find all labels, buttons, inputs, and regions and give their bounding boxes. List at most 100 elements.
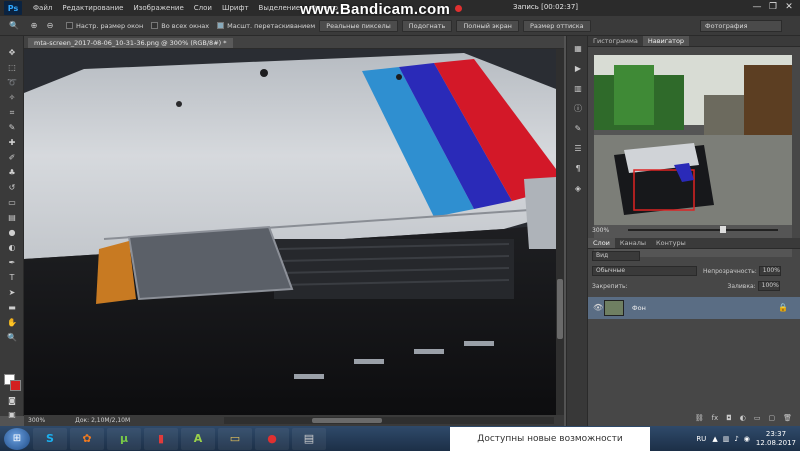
slider-knob[interactable] [720,226,726,233]
notification-banner[interactable]: Доступны новые возможности [450,427,650,451]
horizontal-scrollbar[interactable] [224,417,554,424]
tab-histogram[interactable]: Гистограмма [588,36,643,46]
android-app-icon[interactable]: A [181,427,215,450]
scroll-thumb[interactable] [312,418,382,423]
vertical-scrollbar[interactable] [556,49,564,415]
document-tab-bar: mta-screen_2017-08-06_10-31-36.png @ 300… [24,36,564,49]
navigator-zoom-slider[interactable] [628,226,778,233]
magic-wand-icon[interactable]: ✧ [4,91,20,104]
menu-image[interactable]: Изображение [128,4,188,12]
blend-mode-select[interactable]: Обычные [592,266,697,276]
new-layer-icon[interactable]: ▢ [768,414,775,425]
skype-icon[interactable]: S [33,427,67,450]
healing-brush-icon[interactable]: ✚ [4,136,20,149]
maximize-icon[interactable]: ❐ [766,0,780,14]
tab-navigator[interactable]: Навигатор [642,36,690,46]
add-mask-icon[interactable]: ◘ [726,414,732,425]
adjustments-icon[interactable]: ☰ [571,142,585,156]
layer-name[interactable]: Фон [632,304,646,312]
fill-input[interactable]: 100% [757,281,780,291]
layer-item[interactable]: 👁 Фон 🔒 [588,297,800,319]
background-color-swatch[interactable] [10,380,21,391]
bandicam-icon[interactable]: ● [255,427,289,450]
info-icon[interactable]: ⓘ [571,102,585,116]
tab-paths[interactable]: Контуры [651,238,691,248]
start-button[interactable]: ⊞ [4,427,30,450]
menu-file[interactable]: Файл [28,4,57,12]
close-icon[interactable]: ✕ [782,0,796,14]
eyedropper-icon[interactable]: ✎ [4,121,20,134]
zoom-tool-icon[interactable]: 🔍 [4,331,20,344]
pen-tool-icon[interactable]: ✒ [4,256,20,269]
new-group-icon[interactable]: ▭ [754,414,761,425]
actual-pixels-button[interactable]: Реальные пикселы [319,19,398,32]
opacity-input[interactable]: 100% [758,266,781,276]
folder-icon[interactable]: ▭ [218,427,252,450]
utorrent-icon[interactable]: µ [107,427,141,450]
network-icon[interactable]: ▥ [723,435,730,443]
history-brush-icon[interactable]: ↺ [4,181,20,194]
fill-screen-button[interactable]: Полный экран [456,19,519,32]
language-indicator[interactable]: RU [696,435,706,443]
scroll-thumb[interactable] [557,279,563,339]
zoom-level[interactable]: 300% [28,417,45,424]
menu-select[interactable]: Выделение [254,4,306,12]
path-select-icon[interactable]: ➤ [4,286,20,299]
shape-tool-icon[interactable]: ▬ [4,301,20,314]
tab-layers[interactable]: Слои [588,238,615,248]
menu-edit[interactable]: Редактирование [57,4,128,12]
resize-windows-checkbox[interactable]: Настр. размер окон [66,22,143,30]
document-canvas[interactable] [24,49,556,415]
link-layers-icon[interactable]: ⛓ [695,414,704,425]
brush-tool-icon[interactable]: ✐ [4,151,20,164]
dodge-tool-icon[interactable]: ◐ [4,241,20,254]
brush-settings-icon[interactable]: ✎ [571,122,585,136]
visibility-eye-icon[interactable]: 👁 [593,303,603,312]
document-tab[interactable]: mta-screen_2017-08-06_10-31-36.png @ 300… [28,38,233,48]
swatches-icon[interactable]: ▥ [571,82,585,96]
history-icon[interactable]: ▦ [571,42,585,56]
print-size-button[interactable]: Размер оттиска [522,19,591,32]
fx-icon[interactable]: fx [712,414,719,425]
blur-tool-icon[interactable]: ● [4,226,20,239]
hand-tool-icon[interactable]: ✋ [4,316,20,329]
fit-screen-button[interactable]: Подогнать [401,19,453,32]
zoom-out-icon[interactable]: ⊖ [42,19,58,32]
clone-stamp-icon[interactable]: ♣ [4,166,20,179]
menu-type[interactable]: Шрифт [217,4,254,12]
volume-icon[interactable]: ♪ [734,435,738,443]
photoshop-logo: Ps [4,1,22,15]
document-icon[interactable]: ▤ [292,427,326,450]
tab-channels[interactable]: Каналы [615,238,651,248]
type-tool-icon[interactable]: T [4,271,20,284]
screen-mode-icon[interactable]: ▣ [4,408,20,421]
minimize-icon[interactable]: — [750,0,764,14]
lasso-tool-icon[interactable]: ➰ [4,76,20,89]
audio-app-icon[interactable]: ▮ [144,427,178,450]
tray-arrow-icon[interactable]: ▲ [712,435,717,443]
media-player-icon[interactable]: ✿ [70,427,104,450]
marquee-tool-icon[interactable]: ⬚ [4,61,20,74]
eraser-tool-icon[interactable]: ▭ [4,196,20,209]
move-tool-icon[interactable]: ✥ [4,46,20,59]
lock-row: Закрепить: Заливка: 100% [588,281,800,291]
all-windows-checkbox[interactable]: Во всех окнах [151,22,209,30]
battery-icon[interactable]: ◉ [744,435,750,443]
delete-layer-icon[interactable]: 🗑 [783,414,792,425]
scrubby-zoom-checkbox[interactable]: Масшт. перетаскиванием [217,22,315,30]
color-swatches[interactable] [4,374,22,392]
workspace-select[interactable]: Фотография [700,20,782,32]
navigator-zoom-value[interactable]: 300% [592,227,609,234]
menu-layers[interactable]: Слои [189,4,217,12]
adjustment-layer-icon[interactable]: ◐ [740,414,746,425]
3d-icon[interactable]: ◈ [571,182,585,196]
zoom-in-icon[interactable]: ⊕ [26,19,42,32]
actions-icon[interactable]: ▶ [571,62,585,76]
zoom-tool-icon[interactable]: 🔍 [6,19,22,32]
clock[interactable]: 23:37 12.08.2017 [756,430,796,448]
gradient-tool-icon[interactable]: ▤ [4,211,20,224]
layer-filter-select[interactable]: Вид [592,251,640,261]
paragraph-icon[interactable]: ¶ [571,162,585,176]
crop-tool-icon[interactable]: ⌗ [4,106,20,119]
quick-mask-icon[interactable]: ◙ [4,394,20,407]
